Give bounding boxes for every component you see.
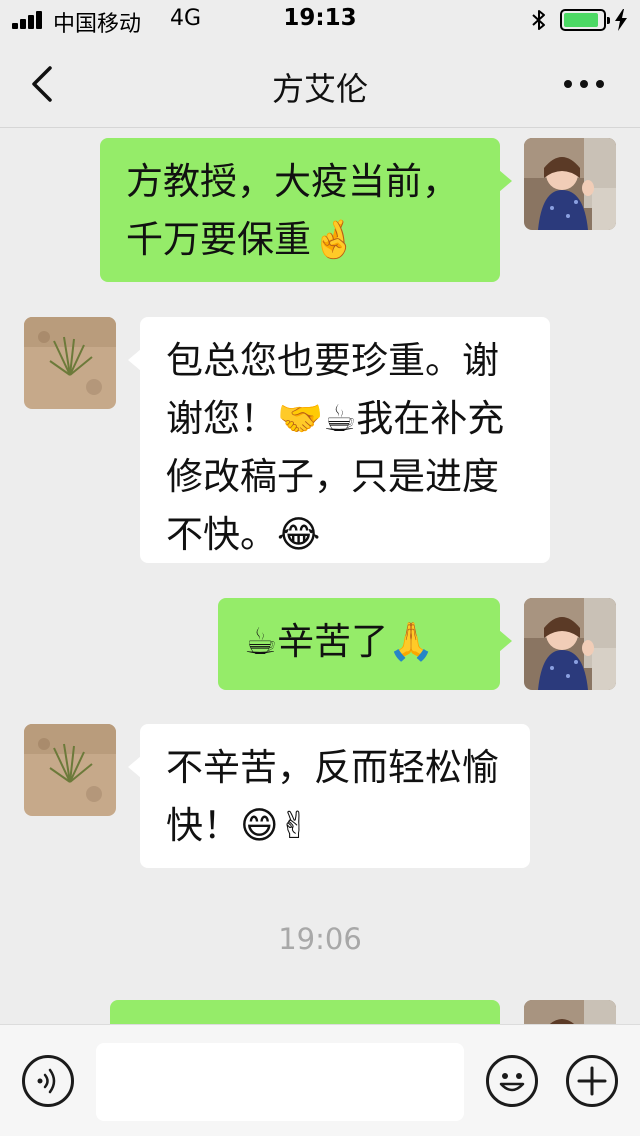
emoji-button[interactable]	[486, 1055, 538, 1107]
message-input[interactable]	[96, 1043, 464, 1121]
plus-icon	[577, 1066, 607, 1096]
my-avatar[interactable]	[524, 598, 616, 690]
message-bubble-incoming[interactable]: 包总您也要珍重。谢谢您！🤝☕我在补充修改稿子，只是进度不快。😂	[128, 317, 550, 563]
message-list[interactable]: 方教授，大疫当前，千万要保重🤞 包总您也要珍重。谢谢您！🤝☕我在补充修改稿子，只…	[0, 128, 640, 1024]
contact-avatar[interactable]	[24, 724, 116, 816]
battery-icon	[560, 9, 610, 31]
message-bubble-outgoing[interactable]: ☕辛苦了🙏	[218, 598, 512, 690]
chat-screen: 中国移动 4G 19:13 方艾伦 方教授，大疫当前，千万要保重🤞 包总您也要珍…	[0, 0, 640, 1136]
plus-button[interactable]	[566, 1055, 618, 1107]
voice-icon	[37, 1068, 56, 1094]
bluetooth-icon	[532, 10, 545, 30]
my-avatar[interactable]	[524, 138, 616, 230]
charging-icon	[615, 9, 627, 31]
message-bubble-outgoing[interactable]: 方教授，大疫当前，千万要保重🤞	[100, 138, 512, 282]
message-bubble-incoming[interactable]: 不辛苦，反而轻松愉快！😄✌	[128, 724, 530, 868]
my-avatar[interactable]	[524, 1000, 616, 1024]
message-bubble-outgoing[interactable]	[110, 1000, 500, 1024]
more-dots-icon	[564, 80, 604, 88]
nav-bar: 方艾伦	[0, 40, 640, 128]
contact-avatar[interactable]	[24, 317, 116, 409]
status-bar: 中国移动 4G 19:13	[0, 0, 640, 40]
emoji-icon	[499, 1073, 525, 1092]
more-options-button[interactable]	[556, 70, 612, 98]
chat-timestamp: 19:06	[278, 922, 362, 956]
page-title: 方艾伦	[271, 70, 368, 108]
input-bar	[0, 1024, 640, 1136]
voice-button[interactable]	[22, 1055, 74, 1107]
